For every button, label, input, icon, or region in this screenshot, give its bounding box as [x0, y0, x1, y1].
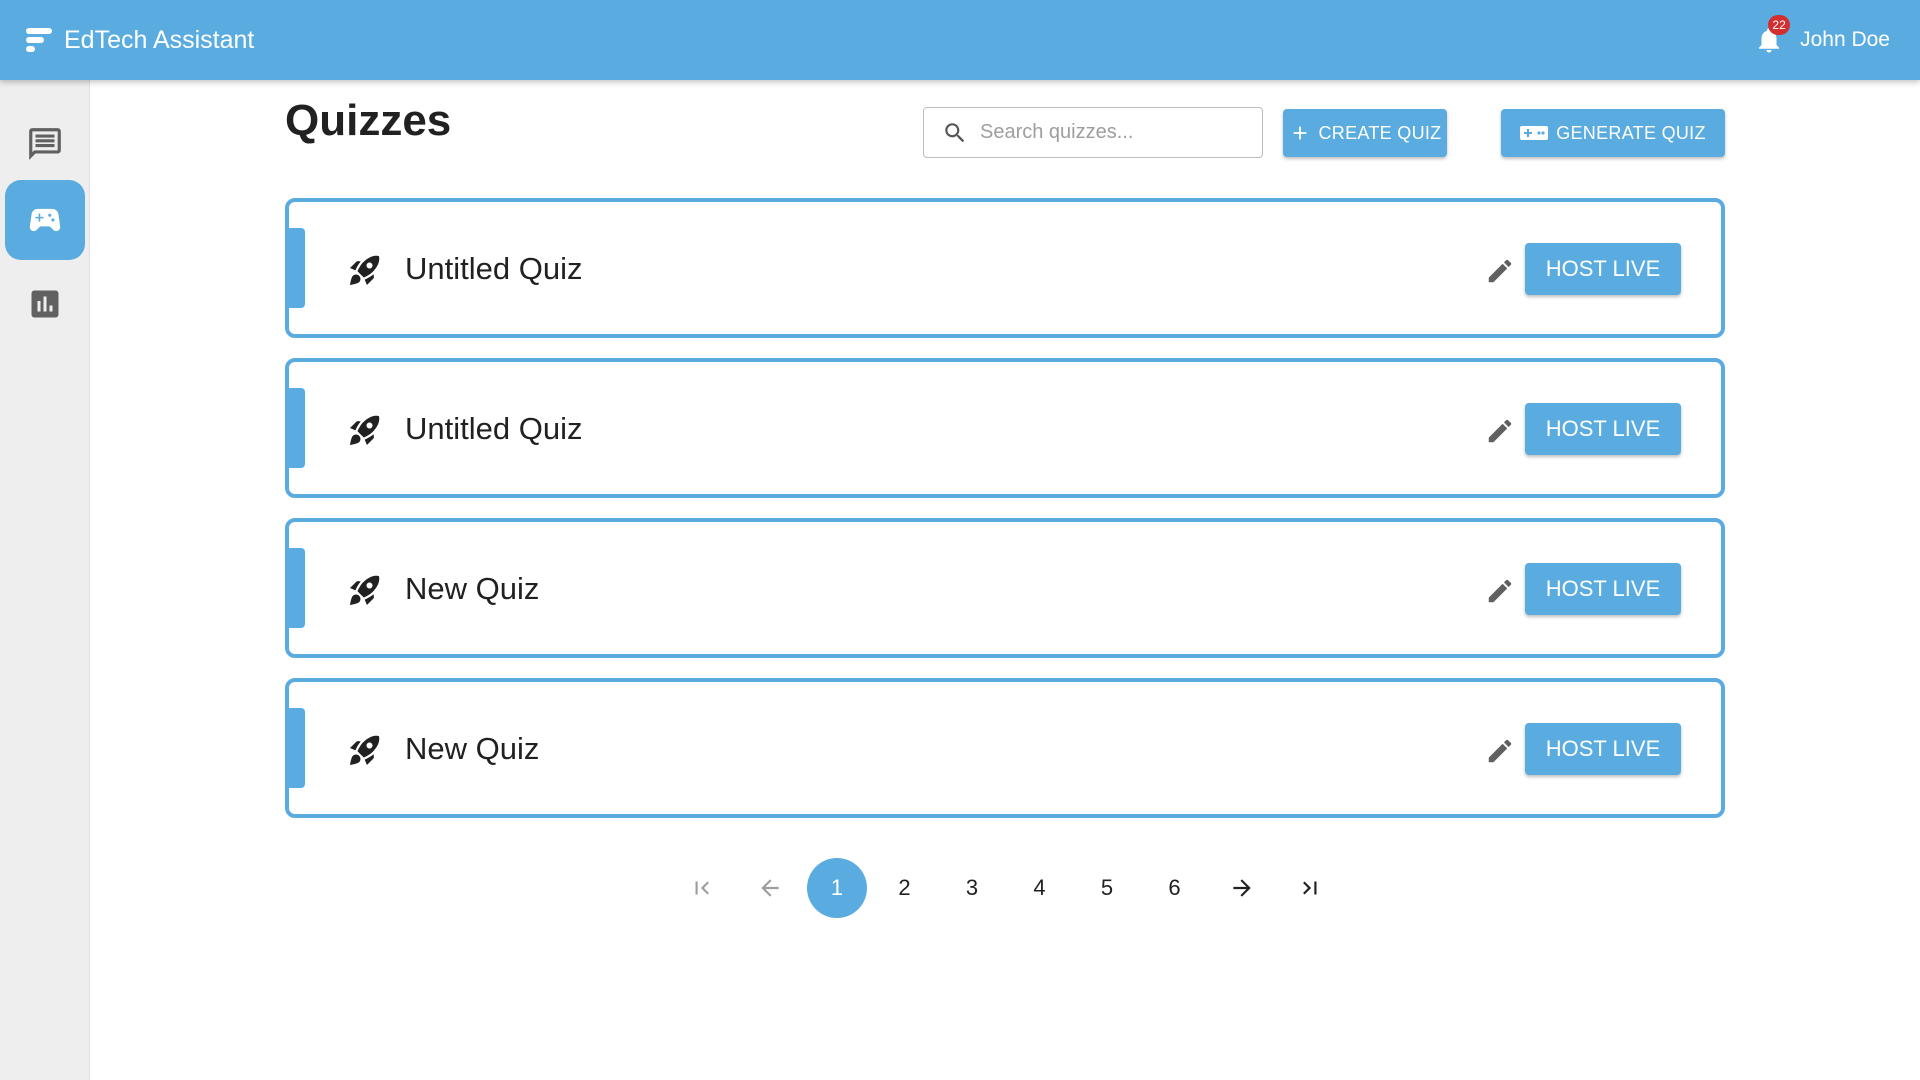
sidebar-item-analytics[interactable] [5, 264, 85, 344]
quiz-title: Untitled Quiz [405, 411, 583, 446]
arrow-left-icon [760, 879, 779, 897]
quiz-title: Untitled Quiz [405, 251, 583, 286]
page-button-6[interactable]: 6 [1145, 858, 1205, 918]
bar-chart-icon [31, 290, 59, 318]
arrow-right-icon [1233, 879, 1251, 897]
host-live-button[interactable]: HOST LIVE [1525, 723, 1681, 775]
page-button-4[interactable]: 4 [1010, 858, 1070, 918]
app-title: EdTech Assistant [64, 25, 255, 54]
sidebar [0, 80, 90, 1080]
quiz-card[interactable]: New Quiz HOST LIVE [285, 678, 1725, 818]
quiz-title: New Quiz [405, 731, 540, 766]
user-area: 22 John Doe [1754, 0, 1890, 80]
last-page-icon [1302, 881, 1316, 895]
generate-quiz-label: GENERATE QUIZ [1556, 122, 1706, 143]
search-icon [945, 122, 965, 142]
rocket-icon [350, 255, 380, 285]
quiz-card[interactable]: New Quiz HOST LIVE [285, 518, 1725, 658]
rocket-icon [350, 575, 380, 605]
create-quiz-label: CREATE QUIZ [1318, 122, 1442, 143]
edit-pencil-icon[interactable] [1485, 256, 1515, 286]
create-quiz-button[interactable]: CREATE QUIZ [1283, 109, 1447, 157]
pagination: 1 2 3 4 5 6 [672, 858, 1347, 918]
host-live-button[interactable]: HOST LIVE [1525, 243, 1681, 295]
last-page-button[interactable] [1280, 858, 1340, 918]
card-accent-bar [285, 548, 305, 628]
card-accent-bar [285, 228, 305, 308]
first-page-button[interactable] [672, 858, 732, 918]
edit-pencil-icon[interactable] [1485, 576, 1515, 606]
previous-page-button[interactable] [740, 858, 800, 918]
rocket-icon [350, 735, 380, 765]
menu-logo-icon [26, 28, 52, 52]
page-button-1[interactable]: 1 [807, 858, 867, 918]
quiz-card[interactable]: Untitled Quiz HOST LIVE [285, 358, 1725, 498]
notification-badge: 22 [1768, 15, 1791, 35]
quiz-card[interactable]: Untitled Quiz HOST LIVE [285, 198, 1725, 338]
page-button-3[interactable]: 3 [942, 858, 1002, 918]
page-button-5[interactable]: 5 [1077, 858, 1137, 918]
next-page-button[interactable] [1212, 858, 1272, 918]
first-page-icon [695, 881, 709, 895]
plus-icon [1293, 126, 1306, 140]
game-controller-icon [1520, 126, 1549, 140]
generate-quiz-button[interactable]: GENERATE QUIZ [1501, 109, 1725, 157]
search-input[interactable] [980, 121, 1250, 144]
quiz-list: Untitled Quiz HOST LIVE Untitled Quiz HO… [285, 198, 1725, 838]
host-live-button[interactable]: HOST LIVE [1525, 563, 1681, 615]
chat-icon [29, 128, 61, 160]
user-name[interactable]: John Doe [1800, 28, 1890, 52]
card-accent-bar [285, 708, 305, 788]
search-field[interactable] [923, 107, 1263, 158]
page-title: Quizzes [285, 96, 452, 145]
sidebar-item-chat[interactable] [5, 104, 85, 184]
notifications-button[interactable]: 22 [1754, 15, 1791, 55]
quiz-title: New Quiz [405, 571, 540, 606]
sidebar-item-quizzes[interactable] [5, 180, 85, 260]
gamepad-icon [29, 208, 61, 232]
rocket-icon [350, 415, 380, 445]
brand[interactable]: EdTech Assistant [24, 0, 254, 80]
app-bar: EdTech Assistant 22 John Doe [0, 0, 1920, 80]
edit-pencil-icon[interactable] [1485, 416, 1515, 446]
host-live-button[interactable]: HOST LIVE [1525, 403, 1681, 455]
page-button-2[interactable]: 2 [875, 858, 935, 918]
card-accent-bar [285, 388, 305, 468]
edit-pencil-icon[interactable] [1485, 736, 1515, 766]
